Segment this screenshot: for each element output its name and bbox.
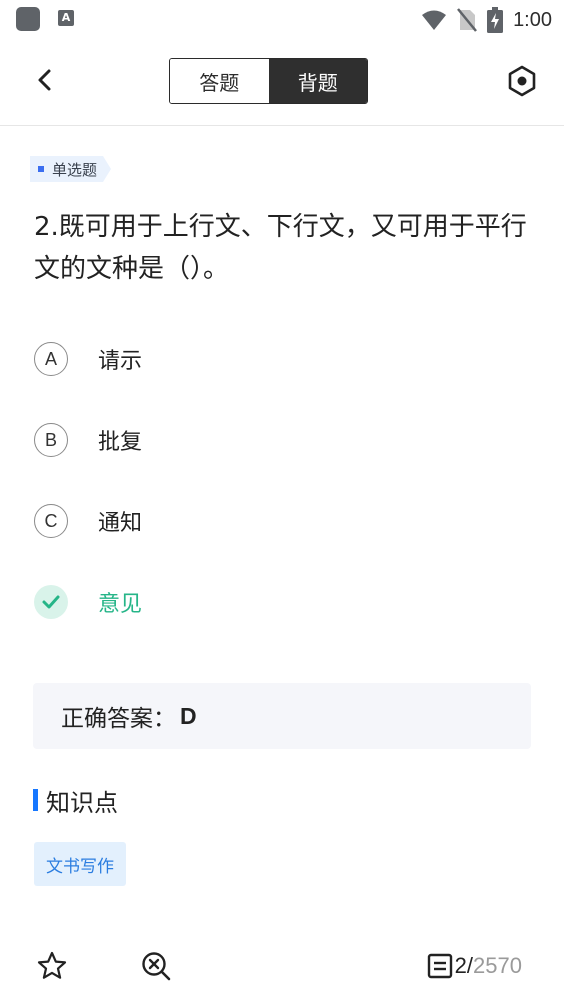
option-text: 通知 [98, 511, 143, 536]
remove-question-button[interactable] [140, 950, 172, 982]
correct-answer-value: D [180, 702, 197, 729]
progress-total: 2570 [473, 953, 522, 978]
question-type-badge: 单选题 [30, 156, 112, 182]
tab-review-mode[interactable]: 背题 [268, 59, 367, 103]
settings-button[interactable] [505, 64, 539, 98]
tab-answer-mode[interactable]: 答题 [170, 59, 269, 103]
status-time: 1:00 [513, 8, 552, 31]
battery-charging-icon [487, 7, 504, 33]
no-sim-icon [457, 8, 478, 32]
knowledge-tag[interactable]: 文书写作 [34, 842, 126, 886]
option-letter-circle: C [34, 504, 68, 538]
correct-answer-box: 正确答案： D [33, 683, 531, 749]
question-type-body: 单选题 [30, 156, 104, 182]
star-icon [37, 951, 67, 979]
option-text: 意见 [98, 592, 143, 617]
question-text: 2.既可用于上行文、下行文，又可用于平行文的文种是（）。 [34, 212, 527, 284]
question-progress[interactable]: 2 / 2570 [427, 950, 522, 982]
section-accent-bar [33, 789, 38, 811]
chevron-left-icon [38, 69, 51, 91]
option-letter-circle: B [34, 423, 68, 457]
badge-arrow [103, 156, 112, 182]
correct-answer-label: 正确答案： [61, 706, 176, 732]
list-icon [427, 953, 452, 979]
option-a[interactable]: A 请示 [34, 339, 142, 379]
option-text: 请示 [98, 349, 143, 374]
badge-dot-icon [38, 166, 44, 172]
zoom-cancel-icon [142, 952, 171, 981]
option-b[interactable]: B 批复 [34, 420, 142, 460]
option-text: 批复 [98, 430, 143, 455]
question-type-label: 单选题 [52, 160, 98, 179]
check-icon [34, 585, 68, 619]
status-icons: 1:00 [421, 6, 552, 34]
option-d[interactable]: 意见 [34, 582, 142, 622]
a-notification-icon: A [58, 10, 74, 26]
bottom-toolbar: 2 / 2570 [0, 926, 564, 1002]
wifi-icon [422, 10, 447, 30]
knowledge-title-text: 知识点 [46, 788, 118, 817]
knowledge-section-title: 知识点 [33, 784, 118, 817]
option-letter-circle: A [34, 342, 68, 376]
top-navigation: 答题 背题 [0, 40, 564, 126]
favorite-button[interactable] [36, 950, 68, 982]
status-bar: A 1:00 [0, 0, 564, 40]
app-square-icon [16, 7, 40, 31]
back-button[interactable] [30, 62, 60, 98]
mode-switch: 答题 背题 [169, 58, 368, 104]
progress-current: 2 [454, 953, 467, 978]
hexagon-settings-icon [508, 65, 536, 97]
option-c[interactable]: C 通知 [34, 501, 142, 541]
